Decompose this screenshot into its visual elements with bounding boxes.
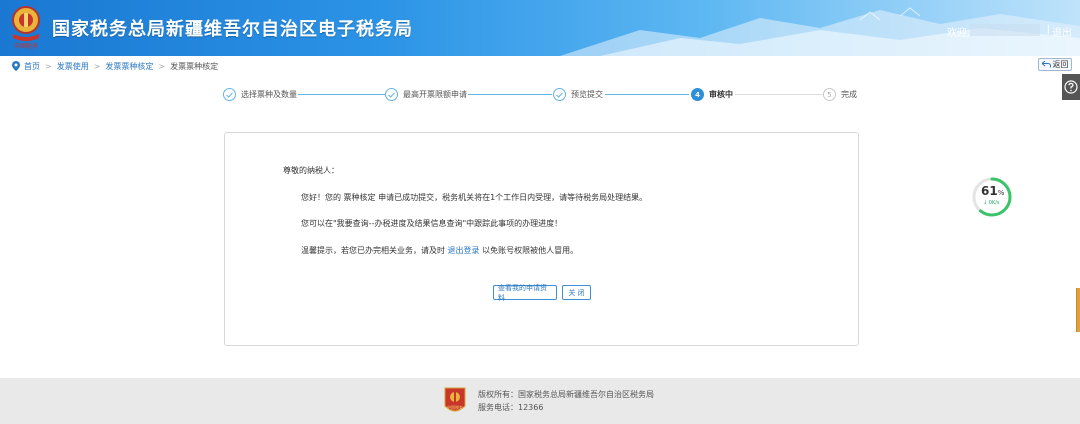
- site-title: 国家税务总局新疆维吾尔自治区电子税务局: [52, 19, 413, 40]
- step-label: 选择票种及数量: [241, 90, 297, 99]
- logout-link[interactable]: 退出: [1052, 24, 1072, 39]
- return-arrow-icon: [1041, 61, 1051, 68]
- view-application-button[interactable]: 查看我的申请资料: [493, 284, 557, 302]
- step-connector: [468, 94, 552, 95]
- gauge-value: 61%: [981, 184, 1004, 198]
- step-select-type: 选择票种及数量: [223, 88, 297, 101]
- close-button[interactable]: 关 闭: [562, 285, 591, 300]
- logout-reminder: 温馨提示，若您已办完相关业务，请及时 退出登录 以免账号权限被他人冒用。: [301, 245, 578, 256]
- side-float-tab[interactable]: [1076, 288, 1080, 332]
- step-under-review: 4 审核中: [691, 88, 733, 101]
- header-separator: |: [1046, 24, 1050, 35]
- gauge-unit: %: [997, 189, 1005, 197]
- location-pin-icon: [12, 61, 20, 71]
- question-icon: [1064, 80, 1078, 94]
- welcome-text: 欢迎,: [946, 28, 970, 39]
- reminder-text: 温馨提示，若您已办完相关业务，请及时: [301, 246, 448, 255]
- step-label: 最高开票限额申请: [403, 90, 467, 99]
- step-connector: [735, 94, 823, 95]
- footer-copyright: 版权所有：国家税务总局新疆维吾尔自治区税务局: [478, 390, 654, 399]
- help-tab[interactable]: [1062, 74, 1080, 100]
- site-header: 中国税务 国家税务总局新疆维吾尔自治区电子税务局 欢迎, | 退出: [0, 0, 1080, 56]
- site-footer: [0, 378, 1080, 424]
- footer-emblem-icon: 中国税务: [444, 387, 466, 412]
- footer-emblem-text: 中国税务: [447, 404, 463, 410]
- tax-emblem-icon: 中国税务: [12, 6, 40, 50]
- action-buttons: 查看我的申请资料 关 闭: [493, 284, 591, 302]
- chevron-right-icon: >: [45, 61, 52, 71]
- step-preview-submit: 预览提交: [553, 88, 603, 101]
- reminder-text-end: 以免账号权限被他人冒用。: [479, 246, 579, 255]
- step-label: 预览提交: [571, 90, 603, 99]
- back-button[interactable]: 返回: [1038, 58, 1072, 71]
- breadcrumb-current: 发票票种核定: [170, 61, 219, 71]
- logout-reminder-link[interactable]: 退出登录: [448, 246, 480, 255]
- query-hint-text: 您可以在"我要查询--办税进度及结果信息查询"中跟踪此事项的办理进度！: [301, 219, 563, 228]
- breadcrumb-invoice-use[interactable]: 发票使用: [57, 61, 89, 72]
- step-number: 5: [823, 88, 836, 101]
- step-label: 完成: [841, 90, 857, 99]
- gauge-number: 61: [981, 184, 998, 198]
- chevron-right-icon: >: [93, 61, 101, 71]
- check-icon: [223, 88, 236, 101]
- step-label: 审核中: [709, 90, 733, 99]
- emblem-text: 中国税务: [14, 42, 38, 50]
- back-button-label: 返回: [1052, 60, 1069, 69]
- username-redacted: [970, 24, 1040, 36]
- step-connector: [605, 94, 689, 95]
- breadcrumb-invoice-type[interactable]: 发票票种核定: [105, 61, 153, 72]
- chevron-right-icon: >: [158, 61, 166, 71]
- check-icon: [553, 88, 566, 101]
- greeting-text: 尊敬的纳税人：: [283, 166, 339, 175]
- submit-success-text: 您好！您的 票种核定 申请已成功提交，税务机关将在1个工作日内受理，请等待税务局…: [301, 193, 648, 202]
- step-complete: 5 完成: [823, 88, 857, 101]
- gauge-speed: ↓ 0K/s: [983, 200, 1000, 206]
- progress-steps: 选择票种及数量 最高开票限额申请 预览提交 4 审核中 5 完成: [223, 88, 863, 104]
- step-number: 4: [691, 88, 704, 101]
- check-icon: [385, 88, 398, 101]
- result-card: 尊敬的纳税人： 您好！您的 票种核定 申请已成功提交，税务机关将在1个工作日内受…: [224, 132, 859, 346]
- step-connector: [298, 94, 387, 95]
- step-limit-application: 最高开票限额申请: [385, 88, 467, 101]
- breadcrumb-home[interactable]: 首页: [24, 61, 40, 72]
- breadcrumb: 首页 > 发票使用 > 发票票种核定 > 发票票种核定: [12, 58, 218, 74]
- footer-phone: 服务电话：12366: [478, 403, 544, 412]
